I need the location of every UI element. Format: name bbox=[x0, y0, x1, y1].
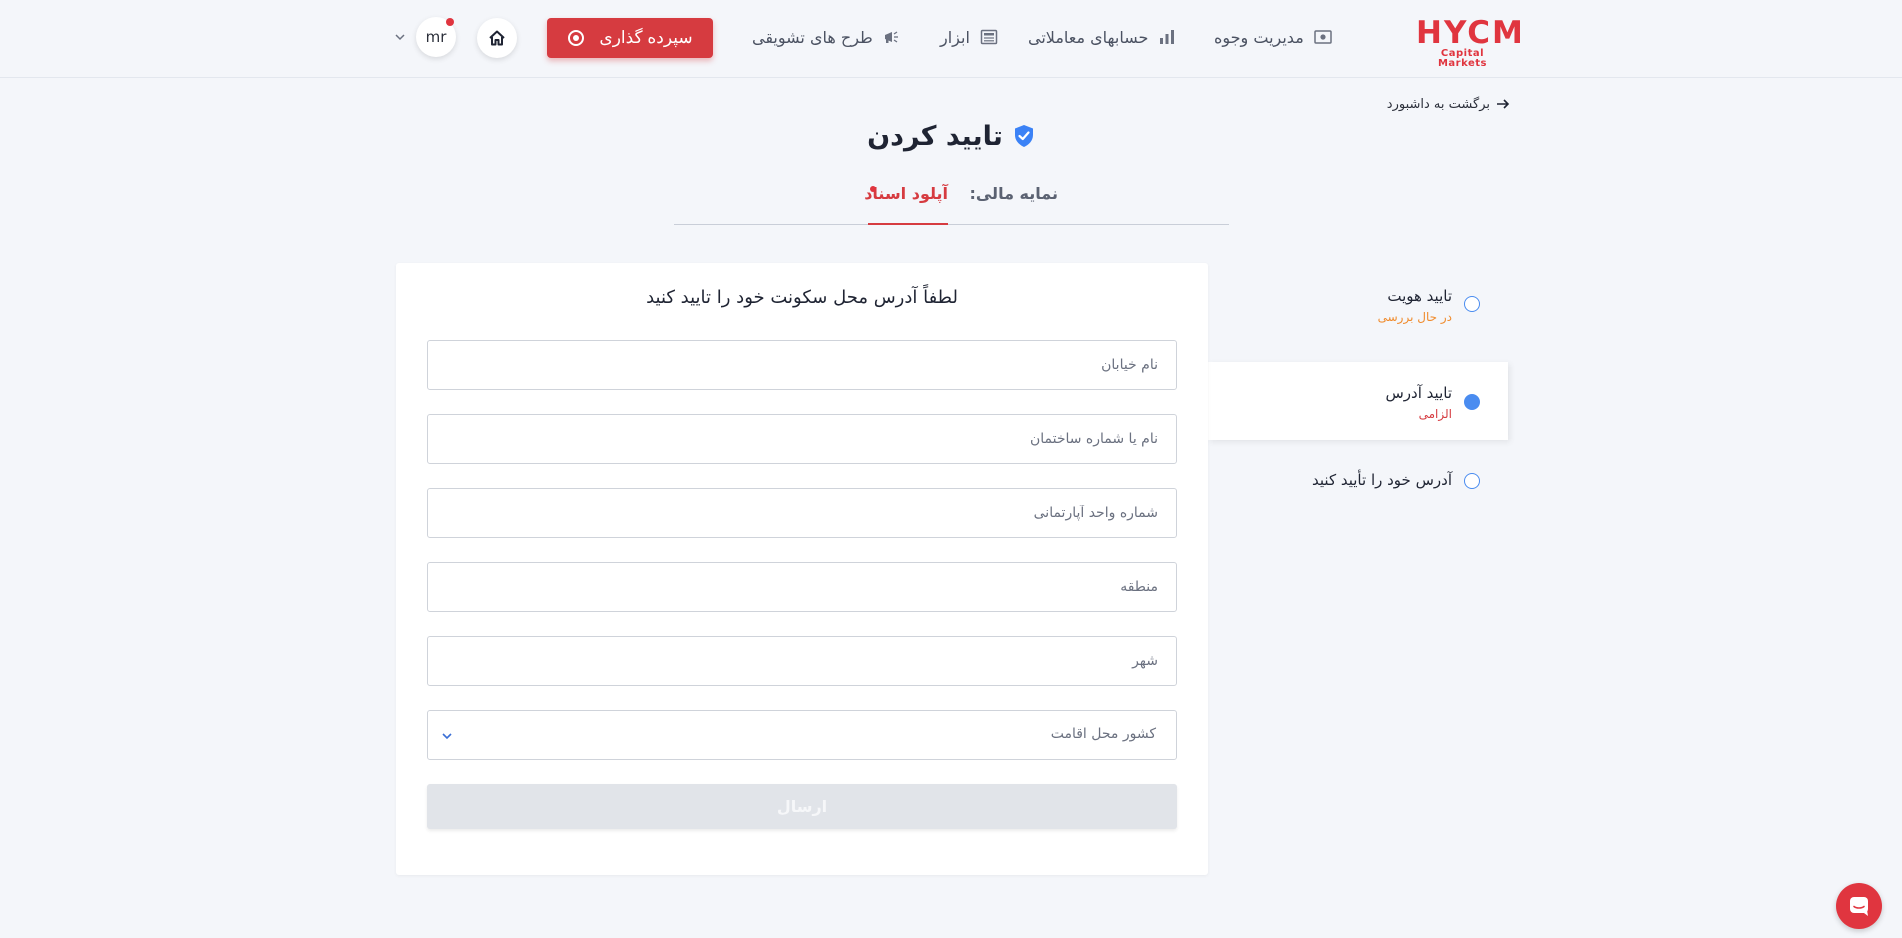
step-title: آدرس خود را تأیید کنید bbox=[1312, 471, 1452, 489]
region-input[interactable] bbox=[428, 563, 1176, 611]
apartment-input[interactable] bbox=[428, 489, 1176, 537]
tab-financial-profile[interactable]: نمایه مالی: bbox=[969, 184, 1058, 225]
step-identity[interactable]: تایید هویت در حال بررسی bbox=[1208, 278, 1508, 356]
newspaper-icon bbox=[980, 28, 998, 46]
home-icon bbox=[488, 29, 506, 47]
bar-chart-icon bbox=[1158, 28, 1176, 46]
avatar-initials: mr bbox=[425, 28, 447, 46]
address-form-card: لطفاً آدرس محل سکونت خود را تایید کنید ک… bbox=[396, 263, 1208, 875]
shield-check-icon bbox=[1014, 125, 1033, 147]
chat-icon bbox=[1850, 897, 1868, 916]
deposit-button[interactable]: سپرده گذاری bbox=[547, 18, 713, 58]
deposit-label: سپرده گذاری bbox=[599, 28, 693, 47]
step-address[interactable]: تایید آدرس الزامی bbox=[1208, 362, 1508, 440]
step-confirm-address[interactable]: آدرس خود را تأیید کنید bbox=[1208, 458, 1508, 536]
chat-launcher-button[interactable] bbox=[1836, 883, 1882, 929]
tab-alert-dot bbox=[870, 186, 876, 192]
street-input[interactable] bbox=[428, 341, 1176, 389]
step-status: در حال بررسی bbox=[1377, 310, 1452, 324]
page-title: تایید کردن bbox=[867, 120, 1003, 152]
top-header: HYCM Capital Markets مدیریت وجوه حسابهای… bbox=[0, 0, 1902, 78]
apartment-field bbox=[427, 488, 1177, 538]
hycm-logo[interactable]: HYCM Capital Markets bbox=[1416, 15, 1525, 69]
verification-tabs: نمایه مالی: آپلود اسناد bbox=[674, 178, 1229, 225]
nav-accounts-label: حسابهای معاملاتی bbox=[1028, 27, 1149, 47]
country-select[interactable]: کشور محل اقامت bbox=[427, 710, 1177, 760]
verification-steps: تایید هویت در حال بررسی تایید آدرس الزام… bbox=[1208, 276, 1508, 516]
nav-funds-management[interactable]: مدیریت وجوه bbox=[1214, 24, 1332, 50]
arrow-right-icon bbox=[1497, 99, 1510, 109]
tab-upload-documents[interactable]: آپلود اسناد bbox=[864, 184, 948, 225]
home-button[interactable] bbox=[477, 18, 517, 58]
nav-trading-accounts[interactable]: حسابهای معاملاتی bbox=[1028, 24, 1176, 50]
coins-icon bbox=[567, 29, 585, 47]
submit-button[interactable]: ارسال bbox=[427, 784, 1177, 829]
step-radio bbox=[1464, 473, 1480, 489]
step-radio bbox=[1464, 394, 1480, 410]
step-title: تایید هویت bbox=[1387, 287, 1452, 305]
megaphone-icon bbox=[883, 28, 901, 46]
form-heading: لطفاً آدرس محل سکونت خود را تایید کنید bbox=[646, 287, 958, 308]
logo-sub-text: Capital Markets bbox=[1437, 48, 1488, 69]
nav-promotions[interactable]: طرح های تشویقی bbox=[752, 24, 901, 50]
nav-tools-label: ابزار bbox=[940, 27, 970, 47]
money-icon bbox=[1314, 28, 1332, 46]
chevron-down-icon bbox=[442, 733, 452, 740]
step-radio bbox=[1464, 296, 1480, 312]
building-input[interactable] bbox=[428, 415, 1176, 463]
step-status: الزامی bbox=[1418, 407, 1452, 421]
city-field bbox=[427, 636, 1177, 686]
building-field bbox=[427, 414, 1177, 464]
page-title-block: تایید کردن bbox=[851, 118, 1051, 154]
street-field bbox=[427, 340, 1177, 390]
back-to-dashboard-link[interactable]: برگشت به داشبورد bbox=[1380, 94, 1510, 114]
region-field bbox=[427, 562, 1177, 612]
nav-tools[interactable]: ابزار bbox=[940, 24, 998, 50]
back-link-label: برگشت به داشبورد bbox=[1386, 96, 1490, 112]
notification-dot bbox=[446, 18, 454, 26]
city-input[interactable] bbox=[428, 637, 1176, 685]
logo-main-text: HYCM bbox=[1416, 15, 1525, 51]
country-select-placeholder: کشور محل اقامت bbox=[1050, 726, 1156, 742]
step-title: تایید آدرس bbox=[1385, 384, 1453, 402]
nav-funds-label: مدیریت وجوه bbox=[1214, 27, 1304, 47]
chevron-down-icon[interactable] bbox=[394, 31, 406, 43]
nav-promos-label: طرح های تشویقی bbox=[752, 27, 873, 47]
